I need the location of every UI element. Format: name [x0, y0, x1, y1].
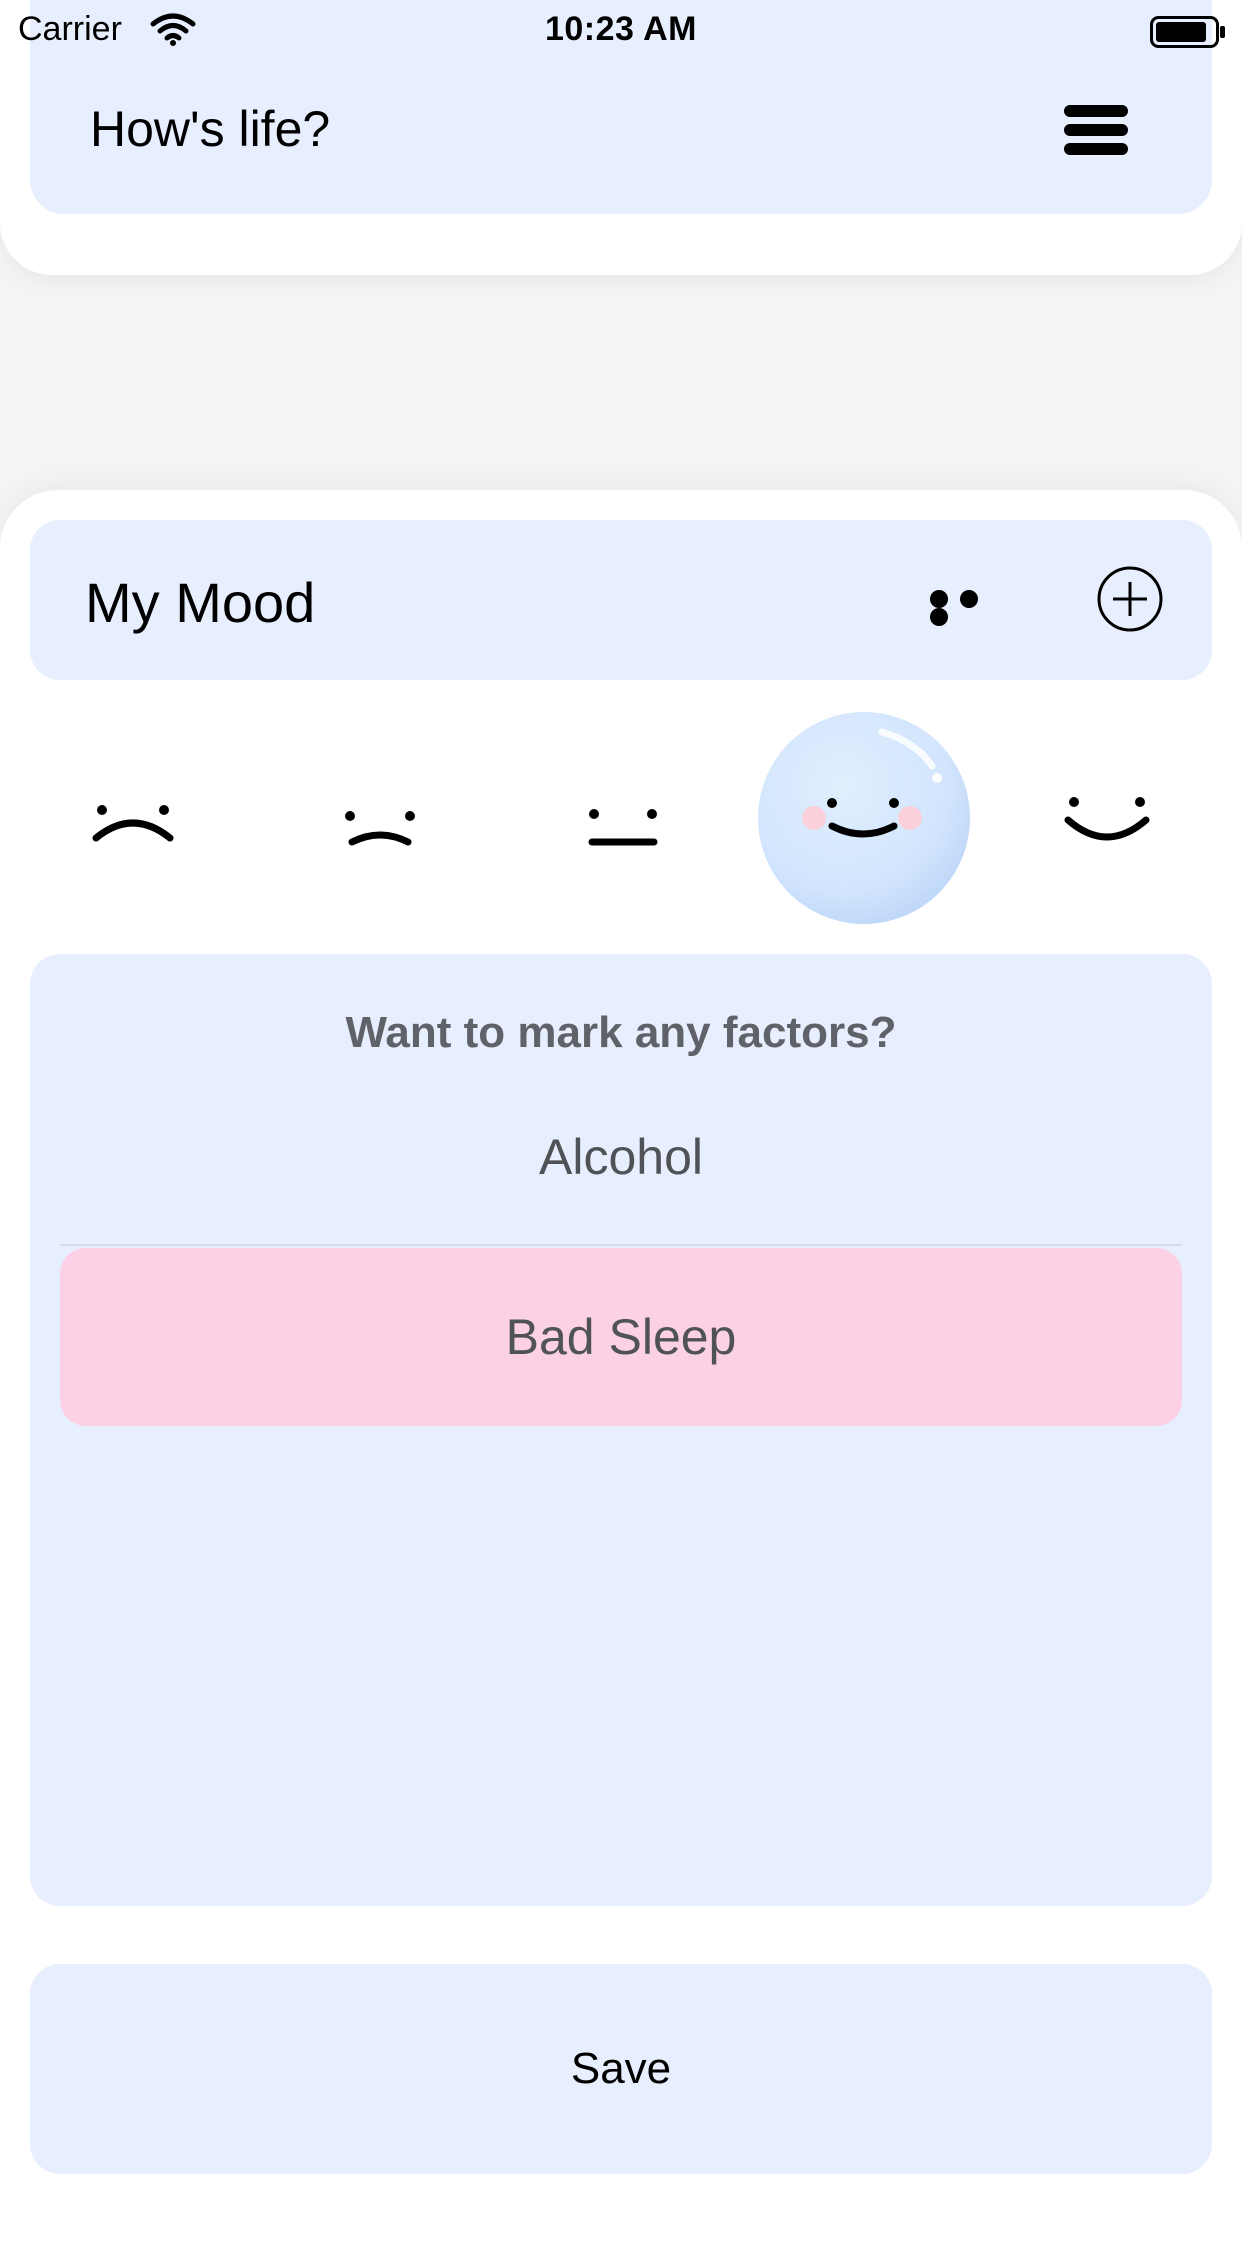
factor-alcohol[interactable]: Alcohol — [60, 1068, 1182, 1246]
clock: 10:23 AM — [544, 10, 698, 48]
battery-icon — [1150, 16, 1225, 48]
save-button[interactable]: Save — [30, 1964, 1212, 2174]
factor-bad-sleep[interactable]: Bad Sleep — [60, 1248, 1182, 1426]
factors-prompt: Want to mark any factors? — [345, 1008, 897, 1057]
mood-very-sad-icon[interactable] — [24, 708, 244, 928]
mood-happy-icon[interactable] — [754, 708, 974, 928]
factors-panel: Want to mark any factors? Alcohol Bad Sl… — [30, 954, 1212, 1906]
mood-card: My Mood Want to mark any factors? Alcoho… — [0, 490, 1242, 2250]
mood-selector — [0, 708, 1242, 928]
mood-title: My Mood — [85, 571, 316, 634]
mood-neutral-icon[interactable] — [512, 708, 732, 928]
mood-header: My Mood — [30, 520, 1212, 680]
plus-circle-icon[interactable] — [1096, 565, 1164, 633]
page-title: How's life? — [90, 101, 331, 157]
mood-very-happy-icon[interactable] — [998, 708, 1218, 928]
status-bar: Carrier 10:23 AM — [0, 0, 1242, 60]
ellipsis-icon[interactable] — [930, 590, 1010, 626]
mood-sad-icon[interactable] — [270, 708, 490, 928]
hamburger-menu-icon[interactable] — [1064, 105, 1128, 155]
